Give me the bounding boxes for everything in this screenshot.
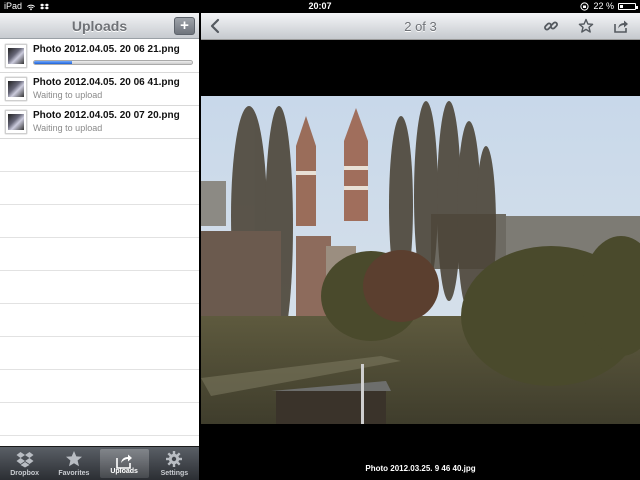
add-upload-button[interactable]: + (174, 17, 195, 35)
upload-thumbnail (5, 44, 27, 68)
tab-favorites[interactable]: Favorites (49, 447, 98, 480)
empty-row (0, 304, 199, 337)
tab-label: Favorites (58, 470, 90, 477)
empty-row (0, 337, 199, 370)
upload-thumbnail (5, 110, 27, 134)
empty-row (0, 139, 199, 172)
upload-filename: Photo 2012.04.05. 20 07 20.png (33, 110, 180, 121)
tab-label: Uploads (110, 468, 138, 475)
tab-label: Settings (160, 470, 189, 477)
share-icon[interactable] (613, 18, 629, 34)
viewer-nav-bar: 2 of 3 (201, 13, 640, 40)
empty-row (0, 172, 199, 205)
upload-row[interactable]: Photo 2012.04.05. 20 07 20.png Waiting t… (0, 106, 199, 139)
gear-icon (166, 451, 183, 467)
upload-filename: Photo 2012.04.05. 20 06 41.png (33, 77, 180, 88)
upload-status: Waiting to upload (33, 123, 103, 133)
empty-row (0, 403, 199, 436)
uploads-title: Uploads (71, 18, 128, 34)
page-indicator: 2 of 3 (404, 19, 437, 34)
orientation-lock-icon (580, 2, 590, 11)
tab-settings[interactable]: Settings (150, 447, 199, 480)
battery-percent: 22 % (593, 1, 614, 11)
photo-image[interactable] (201, 96, 640, 424)
tab-uploads[interactable]: Uploads (99, 449, 149, 478)
empty-row (0, 205, 199, 238)
clock: 20:07 (308, 1, 332, 11)
upload-row[interactable]: Photo 2012.04.05. 20 06 21.png (0, 40, 199, 73)
upload-progress-bar (33, 60, 193, 65)
upload-thumbnail (5, 77, 27, 101)
upload-status: Waiting to upload (33, 90, 103, 100)
tab-bar: Dropbox Favorites Uploads Settings (0, 446, 199, 480)
empty-row (0, 370, 199, 403)
status-bar: iPad 20:07 22 % (0, 0, 640, 13)
photo-caption: Photo 2012.03.25. 9 46 40.jpg (365, 464, 476, 473)
upload-row[interactable]: Photo 2012.04.05. 20 06 41.png Waiting t… (0, 73, 199, 106)
tab-dropbox[interactable]: Dropbox (0, 447, 49, 480)
upload-filename: Photo 2012.04.05. 20 06 21.png (33, 44, 180, 55)
upload-list: Photo 2012.04.05. 20 06 21.png Photo 201… (0, 40, 199, 436)
battery-icon (618, 3, 638, 10)
link-icon[interactable] (543, 18, 559, 34)
empty-row (0, 271, 199, 304)
tab-label: Dropbox (10, 470, 40, 477)
empty-row (0, 238, 199, 271)
uploads-pane: Uploads + Photo 2012.04.05. 20 06 21.png… (0, 13, 199, 480)
dropbox-icon (16, 452, 34, 468)
star-icon (65, 451, 82, 467)
photo-viewer: 2 of 3 Photo 2012.03.25. 9 46 40.jpg (201, 13, 640, 480)
star-outline-icon[interactable] (578, 18, 594, 34)
uploads-nav-bar: Uploads + (0, 13, 199, 39)
